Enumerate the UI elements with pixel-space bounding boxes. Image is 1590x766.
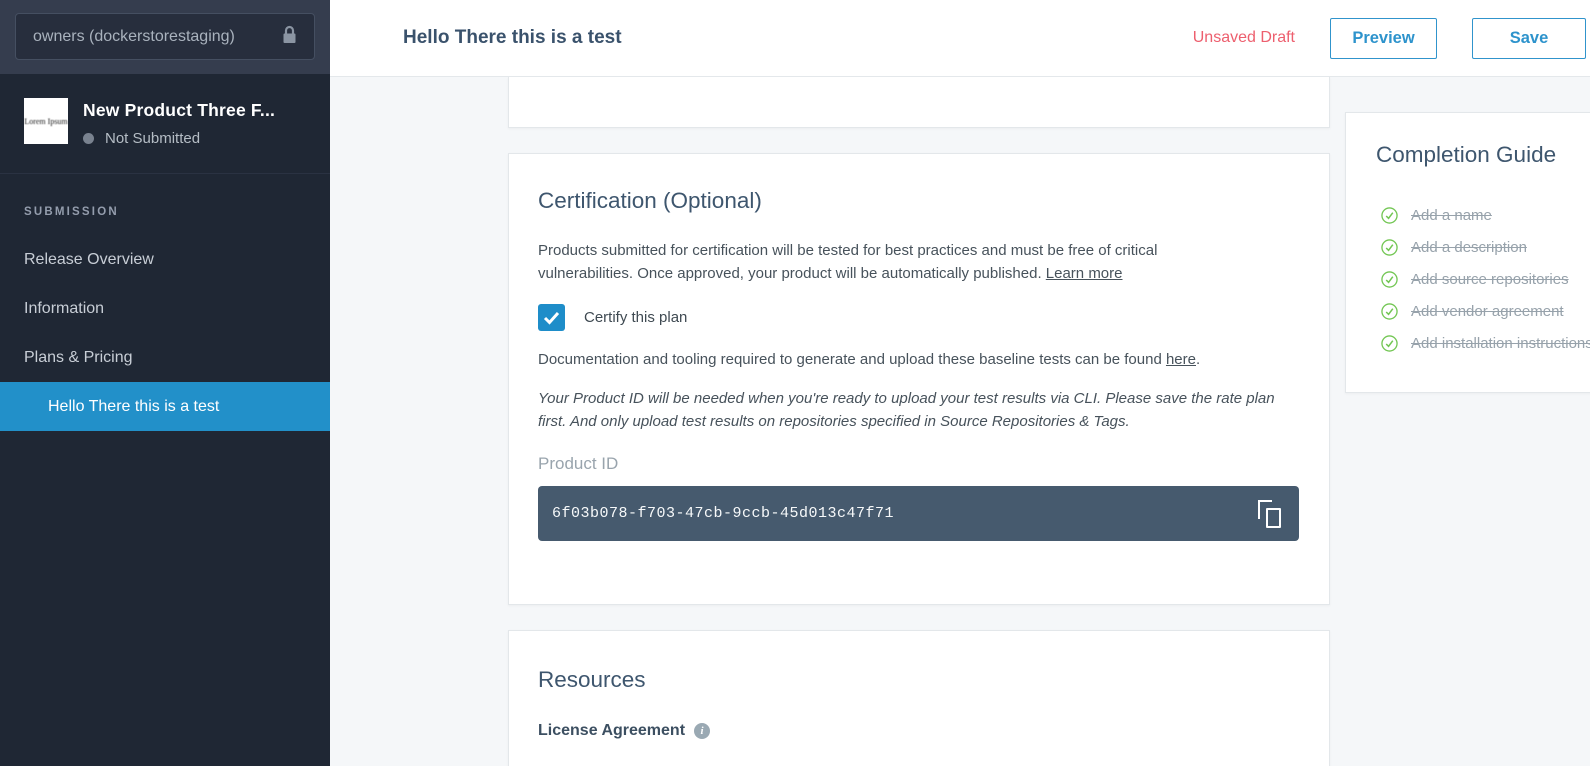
check-circle-icon (1381, 271, 1398, 288)
check-circle-icon (1381, 303, 1398, 320)
product-id-note: Your Product ID will be needed when you'… (538, 387, 1280, 433)
check-circle-icon (1381, 239, 1398, 256)
guide-item-add-vendor-agreement[interactable]: Add vendor agreement (1381, 302, 1590, 321)
completion-guide-title: Completion Guide (1376, 142, 1590, 168)
certification-intro: Products submitted for certification wil… (538, 239, 1252, 285)
product-id-label: Product ID (538, 454, 1299, 474)
check-circle-icon (1381, 207, 1398, 224)
resources-title: Resources (538, 667, 1299, 693)
page-title: Hello There this is a test (403, 27, 622, 49)
guide-item-add-description[interactable]: Add a description (1381, 238, 1590, 257)
license-agreement-row: License Agreement i (538, 722, 1299, 740)
documentation-text: Documentation and tooling required to ge… (538, 348, 1252, 371)
product-name: New Product Three F... (83, 98, 275, 121)
certify-plan-row: Certify this plan (538, 304, 1299, 331)
product-logo-text: Lorem Ipsum (24, 117, 67, 126)
product-id-value: 6f03b078-f703-47cb-9ccb-45d013c47f71 (552, 505, 894, 522)
sidebar-item-plan-active[interactable]: Hello There this is a test (0, 382, 330, 431)
product-id-box: 6f03b078-f703-47cb-9ccb-45d013c47f71 (538, 486, 1299, 541)
guide-item-add-source-repositories[interactable]: Add source repositories (1381, 270, 1590, 289)
sidebar-section-label: SUBMISSION (24, 206, 306, 218)
sidebar-nav: Release Overview Information Plans & Pri… (0, 235, 330, 431)
certification-card: Certification (Optional) Products submit… (508, 153, 1330, 605)
certify-plan-checkbox[interactable] (538, 304, 565, 331)
unsaved-draft-status: Unsaved Draft (1193, 29, 1295, 47)
checkmark-icon (543, 311, 560, 325)
license-agreement-label: License Agreement (538, 722, 685, 740)
previous-section-card-cutoff (508, 77, 1330, 128)
product-status: Not Submitted (105, 130, 200, 147)
guide-item-add-name[interactable]: Add a name (1381, 206, 1590, 225)
sidebar-item-release-overview[interactable]: Release Overview (0, 235, 330, 284)
product-summary: Lorem Ipsum New Product Three F... Not S… (0, 74, 330, 174)
plan-header: Hello There this is a test Unsaved Draft… (330, 0, 1590, 77)
resources-card: Resources License Agreement i (508, 630, 1330, 766)
here-link[interactable]: here (1166, 351, 1196, 368)
learn-more-link[interactable]: Learn more (1046, 265, 1123, 282)
certification-title: Certification (Optional) (538, 188, 1299, 214)
product-logo: Lorem Ipsum (24, 98, 68, 144)
guide-item-add-installation-instructions[interactable]: Add installation instructions (1381, 334, 1590, 353)
sidebar-item-plans-pricing[interactable]: Plans & Pricing (0, 333, 330, 382)
completion-guide-list: Add a name Add a description Add source … (1346, 206, 1590, 353)
sidebar-item-information[interactable]: Information (0, 284, 330, 333)
info-icon[interactable]: i (694, 723, 710, 739)
check-circle-icon (1381, 335, 1398, 352)
status-dot-icon (83, 133, 94, 144)
save-button[interactable]: Save (1472, 18, 1586, 59)
completion-guide-card: Completion Guide Add a name Add a descri… (1345, 112, 1590, 393)
lock-icon (282, 25, 297, 49)
org-bar: owners (dockerstorestaging) (0, 0, 330, 74)
copy-button[interactable] (1258, 500, 1281, 528)
preview-button[interactable]: Preview (1330, 18, 1437, 59)
certify-plan-label: Certify this plan (584, 309, 687, 326)
sidebar: owners (dockerstorestaging) Lorem Ipsum … (0, 0, 330, 766)
org-selector-label: owners (dockerstorestaging) (33, 28, 235, 46)
org-selector[interactable]: owners (dockerstorestaging) (15, 13, 315, 60)
